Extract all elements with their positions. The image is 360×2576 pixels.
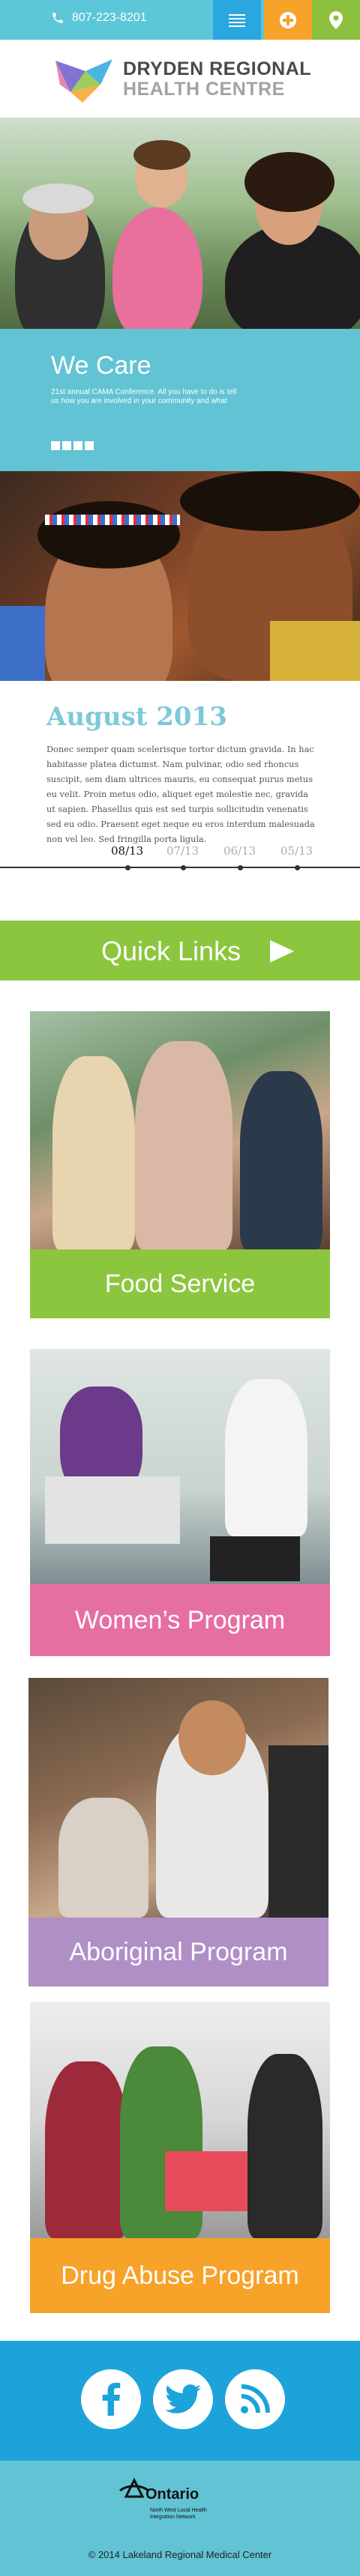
phone-number: 807-223-8201 — [72, 11, 147, 24]
program-card[interactable]: Drug Abuse Program — [0, 2001, 360, 2313]
phone-link[interactable]: 807-223-8201 — [51, 11, 147, 25]
drug-abuse-program-image — [30, 2001, 330, 2238]
add-button[interactable] — [264, 0, 312, 40]
date-tab[interactable]: 08/13 — [111, 844, 143, 870]
quick-links-bar[interactable]: Quick Links — [0, 921, 360, 981]
hospital-name[interactable]: DRYDEN REGIONAL HEALTH CENTRE — [123, 59, 311, 100]
timeline-line — [0, 867, 360, 868]
social-bar — [0, 2341, 360, 2461]
womens-program-image — [30, 1349, 330, 1584]
top-bar: 807-223-8201 — [0, 0, 360, 40]
slider-dot[interactable] — [62, 441, 71, 450]
slider-pager — [51, 441, 94, 450]
hero-aboriginal-image — [0, 471, 360, 681]
news-section: August 2013 Donec semper quam scelerisqu… — [0, 681, 360, 894]
date-tab[interactable]: 05/13 — [280, 844, 313, 870]
plus-icon — [280, 11, 296, 28]
program-label: Aboriginal Program — [28, 1918, 328, 1986]
date-tab[interactable]: 06/13 — [224, 844, 256, 870]
location-button[interactable] — [312, 0, 360, 40]
news-title: August 2013 — [46, 702, 227, 732]
footer: Ontario North West Local Health Integrat… — [0, 2461, 360, 2576]
news-body: Donec semper quam scelerisque tortor dic… — [46, 745, 315, 844]
lhin-text: North West Local Health Integration Netw… — [150, 2508, 207, 2520]
twitter-button[interactable] — [153, 2369, 213, 2429]
copyright-text: © 2014 Lakeland Regional Medical Center — [88, 2549, 272, 2560]
phone-icon — [52, 13, 63, 23]
program-label: Food Service — [30, 1249, 330, 1318]
slider-dot[interactable] — [85, 441, 94, 450]
we-care-panel: We Care 21st annual CAMA Conference. All… — [0, 329, 360, 471]
logo-row: DRYDEN REGIONAL HEALTH CENTRE — [0, 40, 360, 118]
program-label: Women’s Program — [30, 1584, 330, 1656]
hamburger-icon — [229, 13, 245, 27]
aboriginal-program-image — [28, 1678, 328, 1918]
program-card[interactable]: Aboriginal Program — [0, 1678, 360, 1986]
program-card[interactable]: Food Service — [0, 1011, 360, 1318]
program-card[interactable]: Women’s Program — [0, 1349, 360, 1656]
date-tab[interactable]: 07/13 — [166, 844, 199, 870]
program-label: Drug Abuse Program — [30, 2238, 330, 2313]
we-care-text: 21st annual CAMA Conference. All you hav… — [51, 388, 237, 405]
ontario-wordmark: Ontario — [146, 2486, 200, 2503]
slider-dot[interactable] — [74, 441, 82, 450]
facebook-icon — [102, 2383, 121, 2416]
rss-button[interactable] — [225, 2369, 285, 2429]
quick-links-label: Quick Links — [101, 936, 242, 966]
twitter-icon — [165, 2384, 201, 2413]
hero-family-image — [0, 118, 360, 329]
play-arrow-icon — [270, 940, 294, 963]
menu-button[interactable] — [213, 0, 261, 40]
food-service-image — [30, 1011, 330, 1249]
facebook-button[interactable] — [81, 2369, 141, 2429]
location-pin-icon — [329, 10, 343, 29]
we-care-title: We Care — [51, 351, 152, 380]
slider-dot[interactable] — [51, 441, 60, 450]
logo-line-1: DRYDEN REGIONAL — [123, 58, 312, 79]
rss-icon — [241, 2384, 270, 2413]
ontario-lhin-logo[interactable]: Ontario North West Local Health Integrat… — [117, 2477, 244, 2530]
hospital-logo-icon[interactable] — [56, 55, 112, 103]
logo-line-2: HEALTH CENTRE — [123, 79, 285, 100]
